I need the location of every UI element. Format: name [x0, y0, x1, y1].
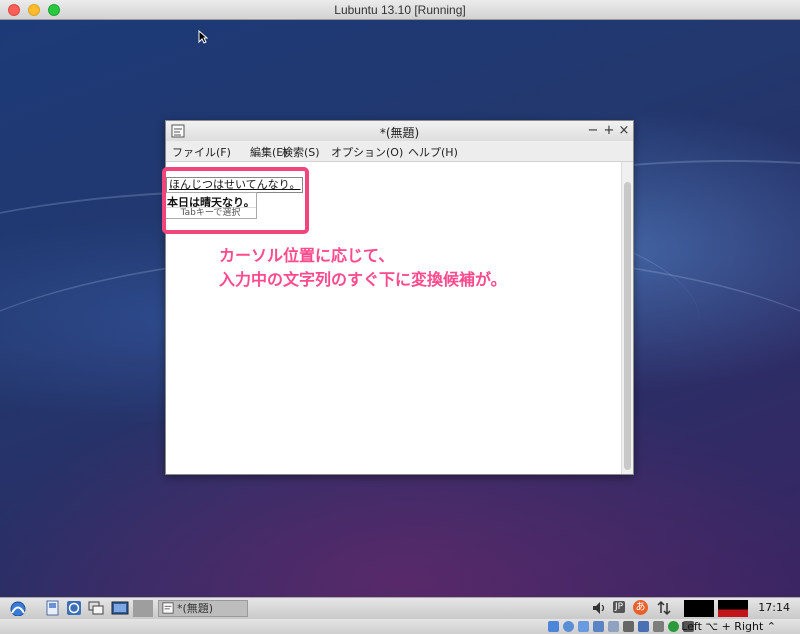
network-icon[interactable] — [656, 600, 672, 616]
minimize-button[interactable]: − — [586, 123, 600, 139]
annotation-line-1: カーソル位置に応じて、 — [219, 246, 395, 265]
file-manager-icon[interactable] — [45, 600, 61, 616]
desktop-pager-icon[interactable] — [111, 600, 129, 616]
scrollbar-thumb[interactable] — [624, 182, 631, 470]
optical-drive-icon[interactable] — [563, 621, 574, 632]
close-button[interactable]: × — [617, 123, 631, 139]
maximize-button[interactable]: + — [602, 123, 616, 139]
start-menu-icon[interactable] — [6, 600, 30, 616]
input-method-indicator[interactable]: JP — [613, 601, 626, 613]
annotation-highlight-box — [162, 167, 309, 234]
annotation-text: カーソル位置に応じて、 入力中の文字列のすぐ下に変換候補が。 — [219, 244, 507, 292]
cpu-monitor — [684, 600, 714, 617]
web-browser-icon[interactable] — [66, 600, 82, 616]
menu-options[interactable]: オプション(O) — [331, 144, 403, 160]
shared-folders-icon[interactable] — [608, 621, 619, 632]
desktop-pager-slot[interactable] — [133, 600, 153, 617]
host-key-label: Left ⌥ + Right ⌃ — [681, 620, 776, 633]
clock[interactable]: 17:14 — [758, 601, 790, 614]
menu-file[interactable]: ファイル(F) — [172, 144, 231, 160]
leafpad-task-icon — [162, 602, 174, 614]
display-icon[interactable] — [623, 621, 634, 632]
menu-bar: ファイル(F) 編集(E) 検索(S) オプション(O) ヘルプ(H) — [166, 141, 633, 162]
memory-monitor — [718, 600, 748, 617]
usb-icon[interactable] — [578, 621, 589, 632]
menu-help[interactable]: ヘルプ(H) — [408, 144, 458, 160]
network-adapter-icon[interactable] — [593, 621, 604, 632]
menu-search[interactable]: 検索(S) — [282, 144, 320, 160]
volume-icon[interactable] — [591, 600, 607, 616]
app-window-title: *(無題) — [379, 126, 420, 140]
host-window-title: Lubuntu 13.10 [Running] — [334, 3, 466, 17]
app-titlebar[interactable]: *(無題) − + × — [166, 121, 633, 142]
mouse-pointer-icon — [198, 30, 208, 44]
hard-disk-icon[interactable] — [548, 621, 559, 632]
vertical-scrollbar[interactable] — [621, 162, 633, 474]
cpu-icon[interactable] — [653, 621, 664, 632]
taskbar-task-leafpad[interactable]: *(無題) — [158, 600, 248, 617]
virtualbox-status-bar: Left ⌥ + Right ⌃ — [0, 619, 800, 634]
annotation-line-2: 入力中の文字列のすぐ下に変換候補が。 — [219, 270, 507, 289]
taskbar: *(無題) JP あ 17:14 — [0, 597, 800, 619]
taskbar-task-label: *(無題) — [177, 602, 214, 615]
mouse-integration-icon[interactable] — [668, 621, 679, 632]
video-capture-icon[interactable] — [638, 621, 649, 632]
switch-windows-icon[interactable] — [88, 600, 104, 616]
ime-mode-indicator[interactable]: あ — [633, 600, 648, 615]
host-titlebar: Lubuntu 13.10 [Running] — [0, 0, 800, 20]
